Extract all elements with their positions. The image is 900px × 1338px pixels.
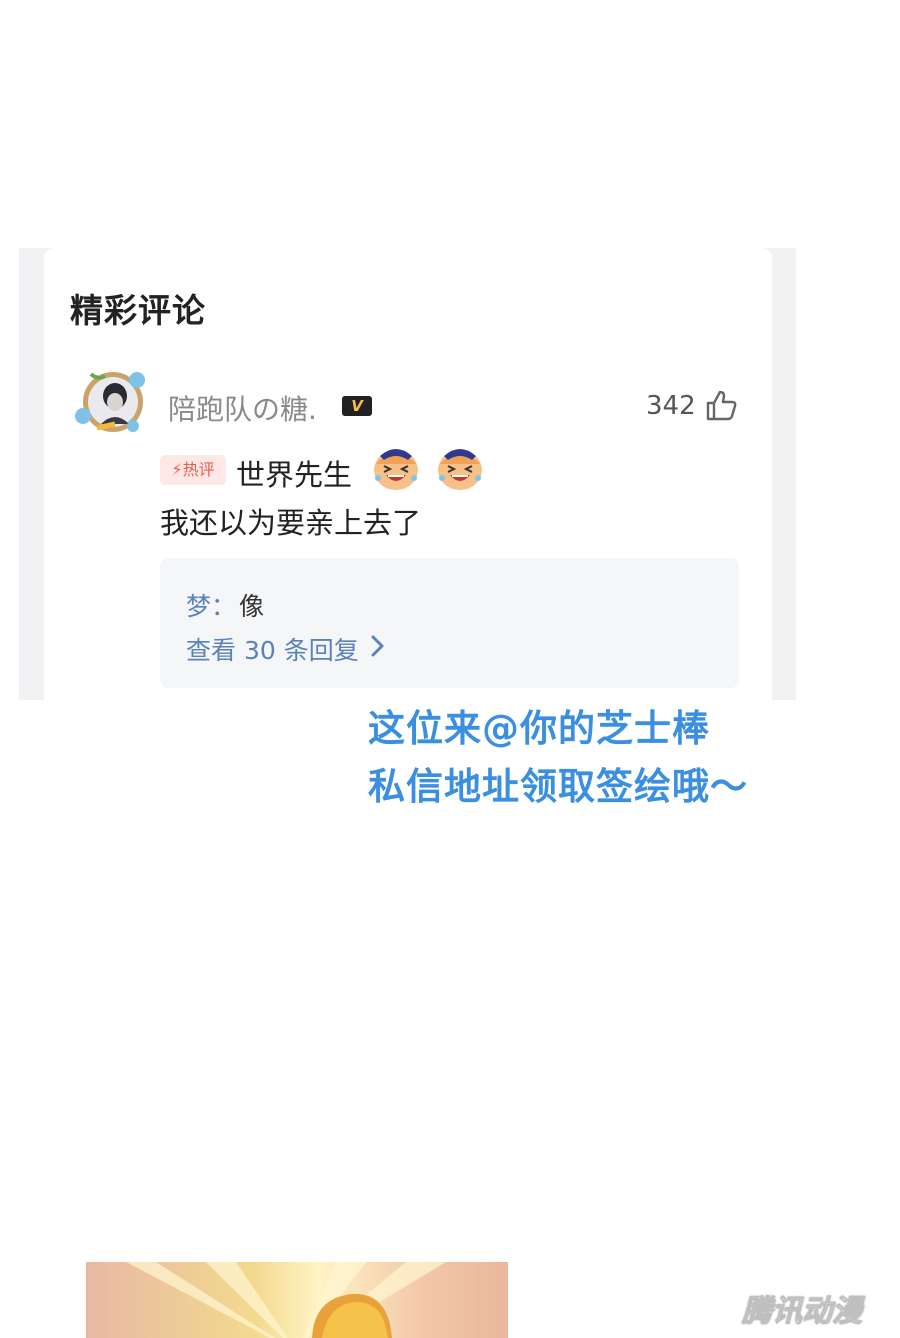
user-avatar[interactable]	[71, 366, 155, 438]
comment-text-line2: 我还以为要亲上去了	[160, 506, 422, 540]
view-replies-link[interactable]: 查看 30 条回复	[186, 631, 359, 667]
reply-preview-box[interactable]	[160, 558, 739, 688]
watermark-logo: 腾讯动漫	[742, 1294, 863, 1330]
comment-text-line1: 世界先生	[236, 458, 353, 492]
reply-text: 像	[239, 592, 265, 621]
lightning-icon: ⚡	[171, 460, 183, 479]
vip-badge-icon: V	[342, 396, 372, 416]
caption-line2: 私信地址领取签绘哦～	[368, 765, 748, 808]
sunburst-art	[126, 1262, 446, 1338]
hot-badge-label: 热评	[182, 460, 215, 479]
hot-comment-badge: ⚡热评	[160, 455, 226, 485]
laughing-face-emoji	[374, 449, 418, 490]
like-count: 342	[646, 391, 696, 421]
thumbs-up-icon[interactable]	[705, 388, 739, 422]
comic-art-panel	[86, 1262, 508, 1338]
caption-line1: 这位来@你的芝士棒	[368, 707, 710, 750]
comment-username[interactable]: 陪跑队の糖.	[168, 388, 317, 428]
reply-author[interactable]: 梦：	[186, 587, 236, 623]
laughing-face-emoji	[438, 449, 482, 490]
section-title: 精彩评论	[70, 291, 206, 330]
chevron-right-icon[interactable]	[368, 633, 388, 659]
